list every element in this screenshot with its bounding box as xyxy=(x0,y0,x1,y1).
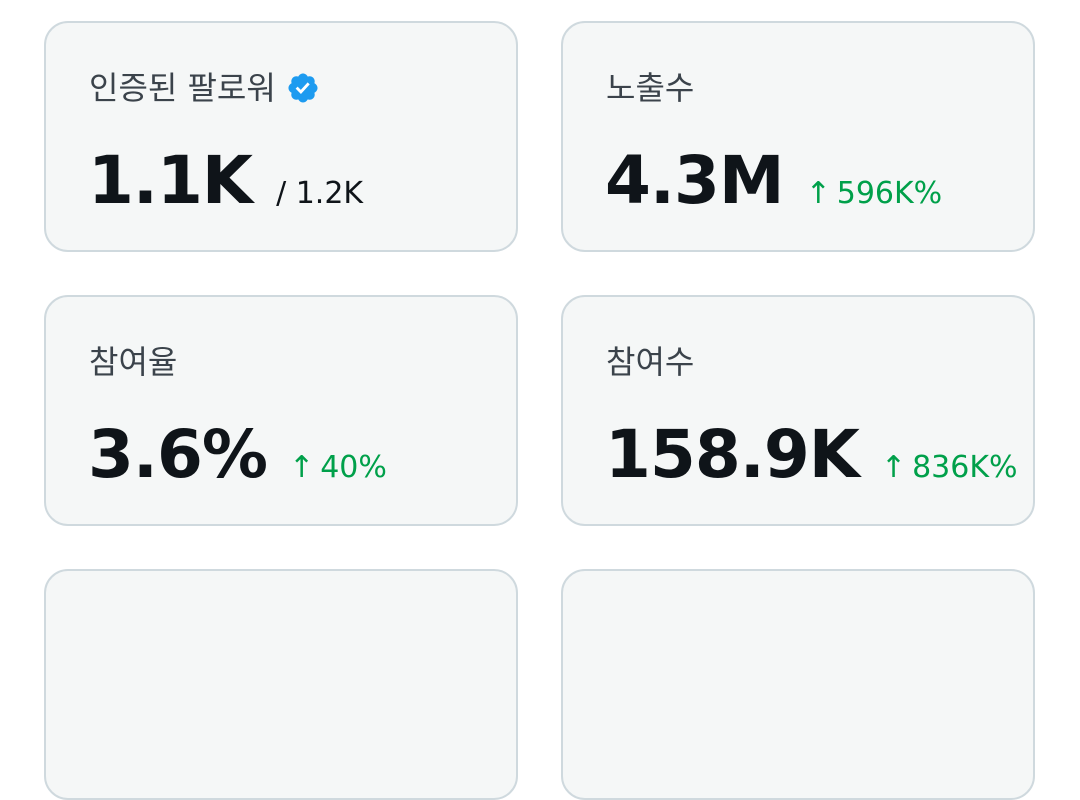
metric-value: 3.6% xyxy=(88,416,268,493)
card-label: 참여율 xyxy=(89,343,178,381)
card-label: 노출수 xyxy=(606,69,695,107)
arrow-up-icon: ↑ xyxy=(880,450,907,485)
metric-delta: ↑ 836K% xyxy=(881,450,1018,486)
arrow-up-icon: ↑ xyxy=(289,450,315,485)
delta-value: 596K% xyxy=(836,176,943,211)
engagements-card[interactable]: 참여수 158.9K ↑ 836K% xyxy=(561,295,1035,526)
metric-card-partial[interactable] xyxy=(561,569,1035,800)
metric-value: 1.1K xyxy=(88,142,253,219)
metric-card-partial[interactable] xyxy=(44,569,518,800)
verified-badge-icon xyxy=(286,71,320,105)
impressions-card[interactable]: 노출수 4.3M ↑ 596K% xyxy=(561,21,1035,252)
arrow-up-icon: ↑ xyxy=(805,176,831,211)
card-header: 노출수 xyxy=(606,68,694,108)
card-label: 참여수 xyxy=(606,343,695,381)
metric-row: 3.6% ↑ 40% xyxy=(88,417,387,493)
metric-value: 4.3M xyxy=(605,142,785,219)
metric-row: 158.9K ↑ 836K% xyxy=(605,417,1018,493)
metric-value: 158.9K xyxy=(605,416,860,493)
engagement-rate-card[interactable]: 참여율 3.6% ↑ 40% xyxy=(44,295,518,526)
card-header: 참여수 xyxy=(606,342,694,382)
metric-delta: ↑ 40% xyxy=(289,450,387,486)
card-header: 참여율 xyxy=(89,342,177,382)
metric-total: / 1.2K xyxy=(276,176,364,211)
delta-value: 40% xyxy=(320,450,387,485)
metric-row: 4.3M ↑ 596K% xyxy=(605,143,942,219)
metric-delta: ↑ 596K% xyxy=(806,176,943,212)
card-header: 인증된 팔로워 xyxy=(89,68,320,108)
metric-row: 1.1K / 1.2K xyxy=(88,143,363,219)
verified-followers-card[interactable]: 인증된 팔로워 1.1K / 1.2K xyxy=(44,21,518,252)
delta-value: 836K% xyxy=(912,450,1018,485)
card-label: 인증된 팔로워 xyxy=(89,69,276,107)
